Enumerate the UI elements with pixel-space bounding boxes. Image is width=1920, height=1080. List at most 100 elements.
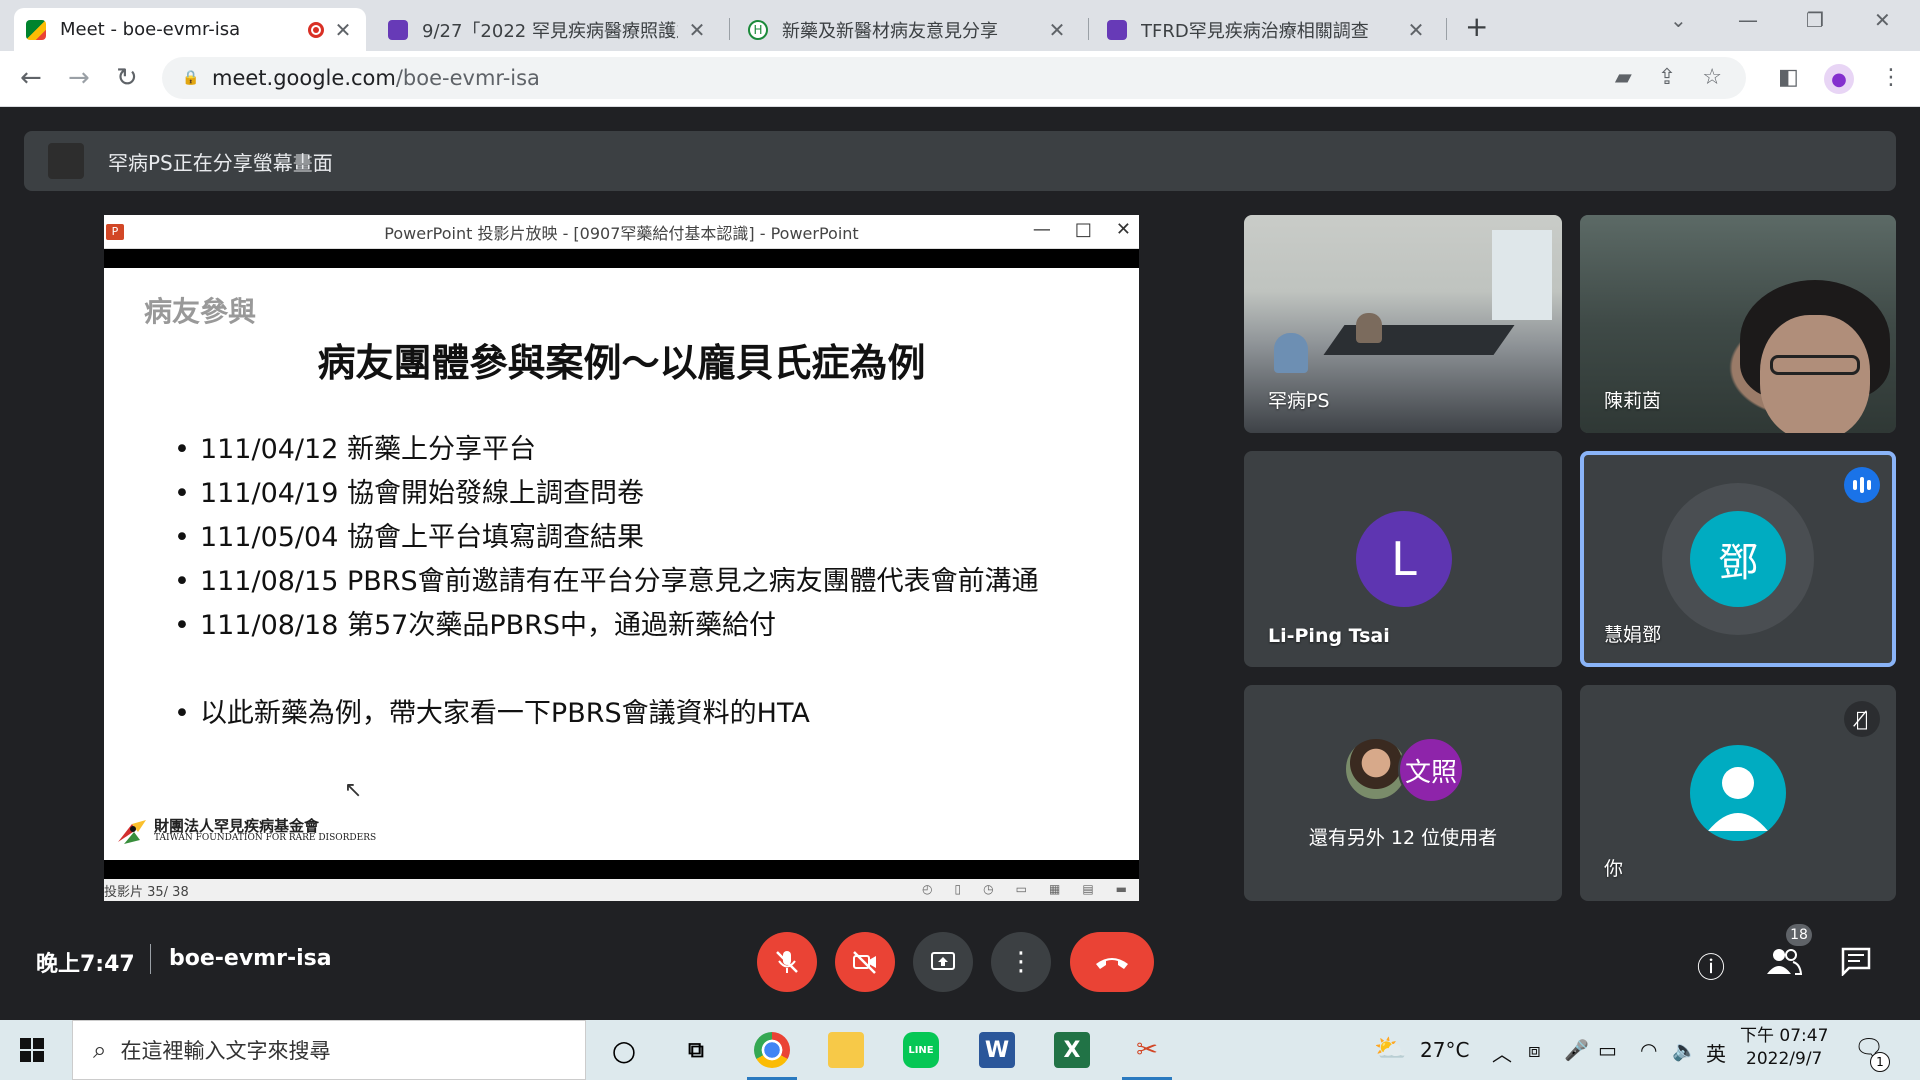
weather-temp[interactable]: 27°C [1420,1038,1469,1062]
side-panel-icon[interactable]: ◧ [1778,65,1799,90]
shared-screen: P PowerPoint 投影片放映 - [0907罕藥給付基本認識] - Po… [104,215,1139,901]
reading-view-icon: ▤ [1082,882,1094,896]
profile-avatar-icon[interactable]: ● [1824,64,1854,94]
url-bar[interactable]: 🔒 meet.google.com/boe-evmr-isa ▰ ⇪ ☆ [162,57,1746,99]
weather-icon[interactable]: ⛅ [1374,1034,1406,1064]
present-screen-button[interactable] [913,932,973,992]
wifi-icon[interactable]: ◠ [1640,1038,1657,1062]
chrome-menu-icon[interactable]: ⋮ [1880,65,1902,90]
participant-tile[interactable]: 罕病PS [1244,215,1562,433]
letterbox-top [104,249,1139,268]
people-icon[interactable] [1766,946,1803,983]
avatar: 文照 [1398,737,1464,803]
line-icon[interactable]: LINE [903,1032,939,1068]
normal-view-icon: ▯ [954,882,962,896]
address-toolbar: ← → ↻ 🔒 meet.google.com/boe-evmr-isa ▰ ⇪… [0,51,1920,107]
bookmark-star-icon[interactable]: ☆ [1702,65,1722,90]
show-hidden-icons-icon[interactable]: ︿ [1492,1038,1512,1067]
bullet: 111/04/19 協會開始發線上調查問卷 [174,472,1039,516]
mic-toggle-button[interactable] [757,932,817,992]
windows-start-icon[interactable] [20,1038,44,1062]
camera-off-icon [853,951,876,974]
sorter-view-icon: ▭ [1015,882,1027,896]
meeting-time: 晚上7:47 [36,952,135,977]
more-participants-label: 還有另外 12 位使用者 [1308,827,1498,849]
meet-control-bar: 晚上7:47 boe-evmr-isa ⋮ ⓘ 18 [0,924,1920,1020]
google-meet-icon [26,19,46,40]
ppt-titlebar: P PowerPoint 投影片放映 - [0907罕藥給付基本認識] - Po… [104,215,1139,249]
excel-icon[interactable]: X [1054,1032,1090,1068]
more-participants-avatars: 文照 [1344,737,1474,803]
participant-count-badge: 18 [1786,924,1812,946]
new-tab-icon[interactable]: + [1465,10,1488,43]
google-forms-icon [388,19,408,40]
participant-tile[interactable]: L Li-Ping Tsai [1244,451,1562,667]
mic-off-icon: 🎙̸ [1844,701,1880,737]
participant-name: 罕病PS [1268,390,1330,412]
share-icon[interactable]: ⇪ [1658,65,1676,90]
cortana-icon[interactable]: ○ [606,1032,642,1068]
slide-title: 病友團體參與案例～以龐貝氏症為例 [317,341,926,385]
self-tile[interactable]: 🎙̸ 你 [1580,685,1896,901]
chat-icon[interactable] [1840,946,1872,983]
tab-search-icon[interactable]: ⌄ [1670,8,1687,32]
tab-separator [1088,18,1089,40]
system-clock[interactable]: 下午 07:47 2022/9/7 [1740,1025,1828,1071]
slideshow-view-icon: ▬ [1115,882,1127,896]
meet-now-icon[interactable]: ⧈ [1528,1038,1541,1062]
close-tab-icon[interactable]: ✕ [1405,18,1427,42]
restore-icon[interactable]: ❐ [1806,8,1824,32]
forward-icon[interactable]: → [68,63,90,93]
bullet: 以此新藥為例，帶大家看一下PBRS會議資料的HTA [174,692,1039,736]
mouse-cursor-icon: ↖ [344,778,363,803]
participant-name: 陳莉茵 [1604,390,1662,412]
foundation-logo: 財團法人罕見疾病基金會 TAIWAN FOUNDATION FOR RARE D… [116,816,376,846]
minimize-icon[interactable]: — [1738,8,1758,32]
volume-icon[interactable]: 🔈 [1672,1038,1697,1062]
chrome-icon[interactable] [754,1032,790,1068]
back-icon[interactable]: ← [20,63,42,93]
participant-tile[interactable]: 陳莉茵 [1580,215,1896,433]
close-tab-icon[interactable]: ✕ [332,18,354,42]
tab-new-drug-sharing[interactable]: H 新藥及新醫材病友意見分享 ✕ [736,8,1080,51]
tab-separator [729,18,730,40]
bullet: 111/08/18 第57次藥品PBRS中，通過新藥給付 [174,604,1039,648]
leave-call-button[interactable] [1070,932,1154,992]
more-participants-tile[interactable]: 文照 還有另外 12 位使用者 [1244,685,1562,901]
camera-blocked-icon[interactable]: ▰ [1615,65,1632,90]
more-vert-icon: ⋮ [1008,947,1034,977]
word-icon[interactable]: W [979,1032,1015,1068]
google-forms-icon [1107,19,1127,40]
recording-icon [308,21,324,38]
tab-separator [1446,18,1447,40]
lock-icon[interactable]: 🔒 [182,70,199,86]
close-window-icon[interactable]: ✕ [1874,8,1891,32]
battery-icon[interactable]: ▭ [1598,1038,1617,1062]
task-view-icon[interactable]: ⧉ [678,1032,714,1068]
play-icon: ◷ [983,882,994,896]
close-tab-icon[interactable]: ✕ [1046,18,1068,42]
letterbox-bottom [104,860,1139,879]
taskbar-search-input[interactable]: ⌕ 在這裡輸入文字來搜尋 [72,1020,586,1080]
reload-icon[interactable]: ↻ [116,63,138,93]
more-options-button[interactable]: ⋮ [991,932,1051,992]
file-explorer-icon[interactable] [828,1032,864,1068]
notification-count-badge: 1 [1870,1052,1890,1072]
participant-name: Li-Ping Tsai [1268,625,1390,647]
tab-forms-1[interactable]: 9/27「2022 罕見疾病醫療照護之 ✕ [376,8,720,51]
ime-indicator[interactable]: 英 [1706,1038,1726,1067]
microphone-icon[interactable]: 🎤 [1564,1038,1589,1062]
tab-forms-2[interactable]: TFRD罕見疾病治療相關調查 ✕ [1095,8,1439,51]
grid-view-icon: ▦ [1048,882,1061,896]
close-tab-icon[interactable]: ✕ [686,18,708,42]
windows-taskbar: ⌕ 在這裡輸入文字來搜尋 ○ ⧉ LINE W X ✂ ⛅ 27°C ︿ ⧈ 🎤… [0,1020,1920,1080]
bullet: 111/04/12 新藥上分享平台 [174,428,1039,472]
notes-icon: ◴ [922,882,933,896]
camera-toggle-button[interactable] [835,932,895,992]
snipping-tool-icon[interactable]: ✂ [1129,1032,1165,1068]
close-icon: ✕ [1115,219,1131,240]
participant-tile-active-speaker[interactable]: 鄧 慧娟鄧 [1580,451,1896,667]
tab-meet[interactable]: Meet - boe-evmr-isa ✕ [14,8,366,51]
slide-section-label: 病友參與 [144,295,257,328]
meeting-info-icon[interactable]: ⓘ [1697,946,1725,986]
